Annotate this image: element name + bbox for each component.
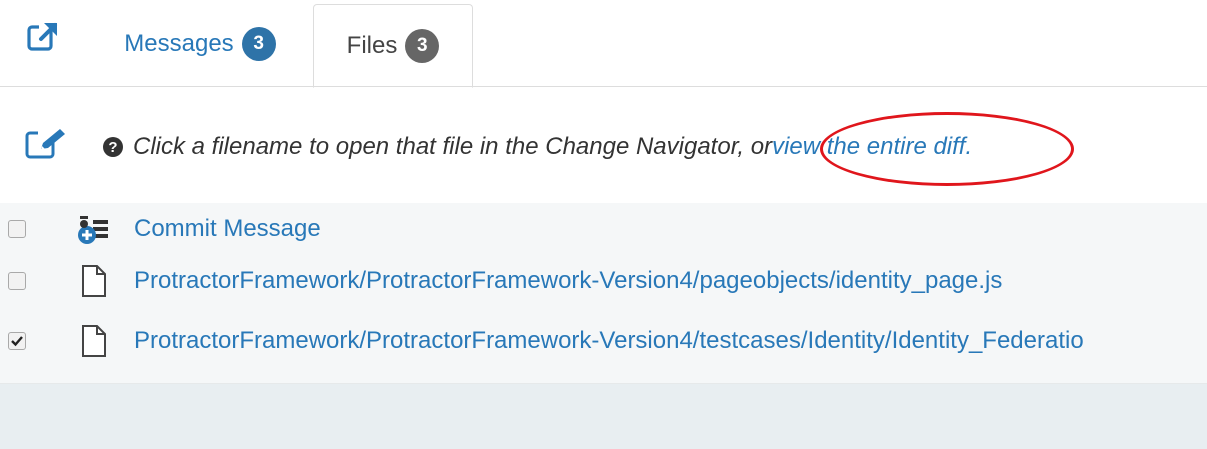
files-count-badge: 3	[405, 29, 440, 63]
help-suffix: .	[965, 133, 973, 160]
tab-messages[interactable]: Messages 3	[100, 0, 300, 87]
tab-files-label: Files	[346, 32, 398, 59]
view-entire-diff-link[interactable]: view the entire diff	[772, 133, 965, 161]
help-instructions: Click a filename to open that file in th…	[133, 133, 773, 160]
file-icon	[80, 324, 108, 358]
file-list: Commit Message ProtractorFramework/Protr…	[0, 203, 1207, 384]
question-circle-icon: ?	[103, 137, 123, 157]
tab-files[interactable]: Files 3	[313, 4, 473, 88]
external-link-icon[interactable]	[26, 20, 60, 54]
tab-bar: Messages 3 Files 3	[0, 0, 1207, 88]
commit-message-icon	[78, 212, 108, 246]
messages-count-badge: 3	[241, 26, 276, 61]
file-label[interactable]: Commit Message	[134, 215, 321, 243]
help-text: ? Click a filename to open that file in …	[103, 130, 972, 164]
checkmark-icon	[11, 336, 23, 347]
file-row-commit-message[interactable]: Commit Message	[0, 203, 1207, 255]
file-row[interactable]: ProtractorFramework/ProtractorFramework-…	[0, 315, 1207, 367]
row-checkbox[interactable]	[8, 332, 26, 350]
file-icon	[80, 264, 108, 298]
edit-icon[interactable]	[24, 127, 68, 161]
empty-panel-area	[0, 384, 1207, 449]
file-label[interactable]: ProtractorFramework/ProtractorFramework-…	[134, 267, 1002, 295]
file-row[interactable]: ProtractorFramework/ProtractorFramework-…	[0, 255, 1207, 307]
row-checkbox[interactable]	[8, 272, 26, 290]
row-checkbox[interactable]	[8, 220, 26, 238]
tab-messages-label: Messages	[124, 29, 234, 57]
tab-divider	[0, 86, 1207, 87]
file-label[interactable]: ProtractorFramework/ProtractorFramework-…	[134, 327, 1084, 355]
